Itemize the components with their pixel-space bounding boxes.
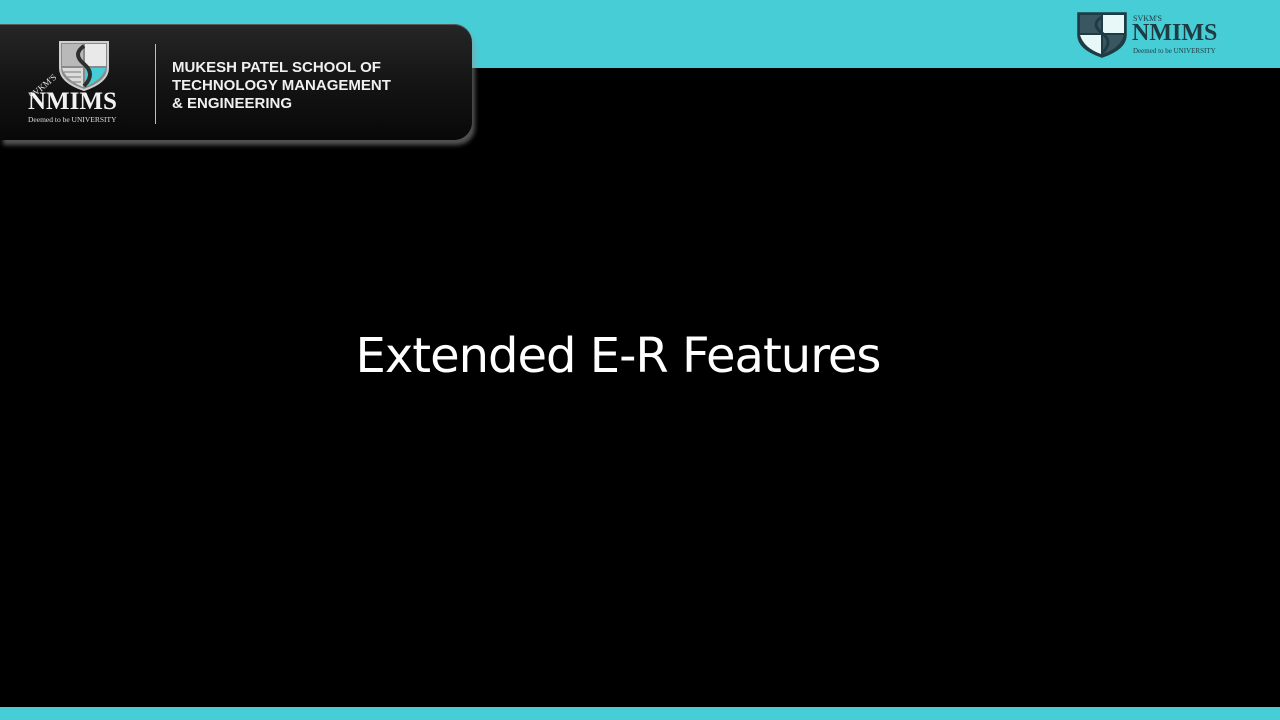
school-name-line-1: MUKESH PATEL SCHOOL OF — [172, 59, 381, 76]
nmims-shield-icon — [1077, 12, 1127, 58]
school-name: MUKESH PATEL SCHOOL OF TECHNOLOGY MANAGE… — [172, 59, 391, 113]
header-divider — [155, 44, 156, 124]
logo-deemed-text: Deemed to be UNIVERSITY — [28, 115, 117, 124]
logo-right-brand-text: NMIMS — [1132, 20, 1218, 46]
logo-brand-text: NMIMS — [28, 88, 117, 115]
school-name-line-2: TECHNOLOGY MANAGEMENT — [172, 77, 391, 94]
bottom-accent-band — [0, 707, 1280, 720]
logo-right-deemed-text: Deemed to be UNIVERSITY — [1133, 47, 1216, 55]
school-name-line-3: & ENGINEERING — [172, 95, 293, 112]
slide-title: Extended E-R Features — [355, 328, 882, 384]
nmims-logo-right: SVKM'S NMIMS Deemed to be UNIVERSITY — [1076, 11, 1246, 61]
nmims-logo-left: SVKM'S NMIMS Deemed to be UNIVERSITY — [26, 40, 141, 128]
